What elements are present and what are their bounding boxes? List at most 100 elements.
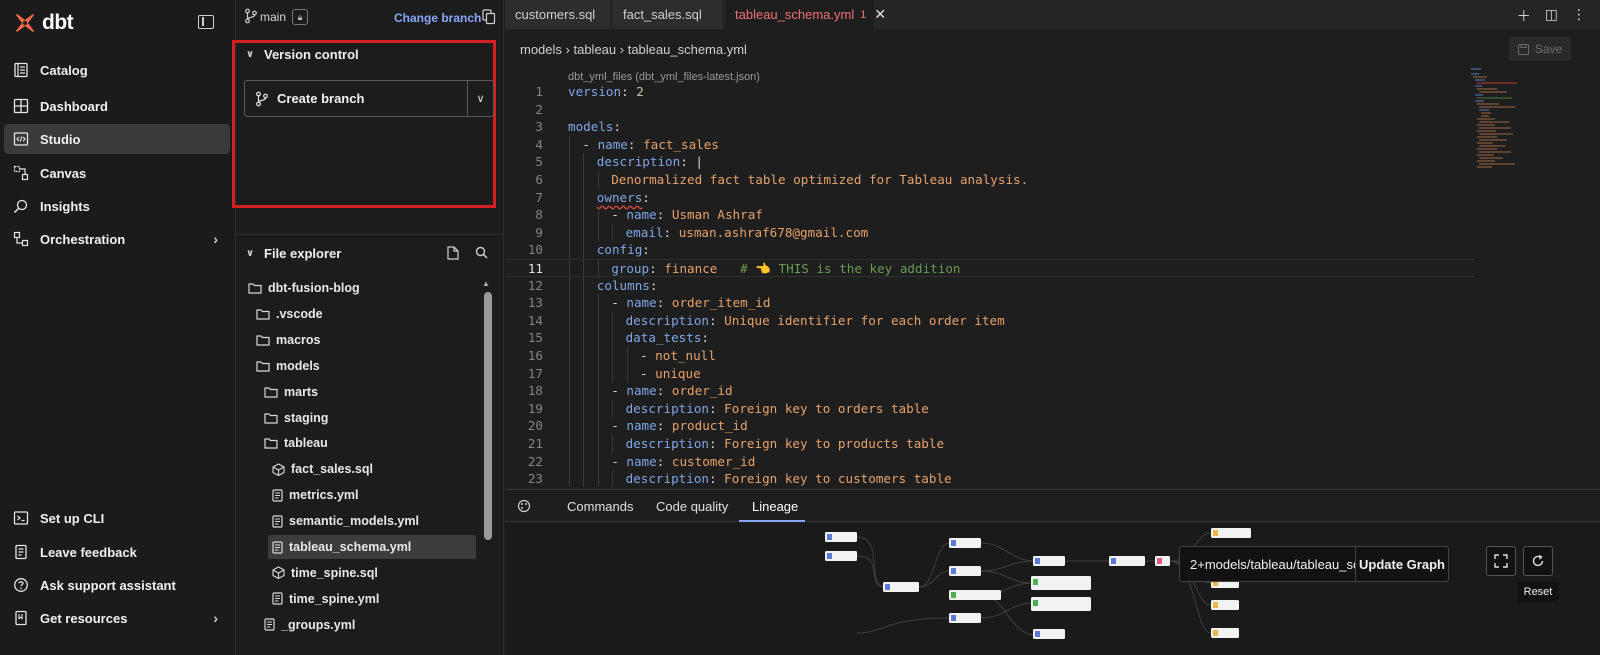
create-branch-dropdown-chevron-icon[interactable]: ∨ <box>467 81 493 116</box>
file-icon <box>272 592 283 605</box>
create-branch-button[interactable]: Create branch <box>245 81 467 116</box>
nav-item-get-resources[interactable]: Get resources › <box>4 603 230 633</box>
code-line[interactable]: 21 description: Foreign key to products t… <box>505 435 1475 453</box>
nav-item-set-up-cli[interactable]: Set up CLI <box>4 503 230 533</box>
plus-icon[interactable]: ＋ <box>1517 6 1531 26</box>
line-number: 7 <box>535 189 543 205</box>
code-text: - name: order_id <box>611 382 732 400</box>
tree-file[interactable]: _groups.yml <box>260 613 355 637</box>
code-lines[interactable]: 1 version: 2 2 3 models: 4- name: fact_sales 5… <box>505 83 1505 487</box>
tree-folder[interactable]: macros <box>252 328 320 352</box>
scroll-up-arrow-icon[interactable]: ▲ <box>482 279 490 288</box>
code-token: - <box>611 453 627 469</box>
save-button[interactable]: Save <box>1509 37 1571 61</box>
line-number: 20 <box>527 418 543 434</box>
code-line[interactable]: 10 config: <box>505 241 1475 259</box>
code-line[interactable]: 18 - name: order_id <box>505 382 1475 400</box>
breadcrumb-separator-chevron-icon: › <box>561 42 574 57</box>
code-line[interactable]: 22 - name: customer_id <box>505 452 1475 471</box>
code-line[interactable]: 19 description: Foreign key to orders tab… <box>505 399 1475 418</box>
tab-code-quality[interactable]: Code quality <box>656 499 728 514</box>
code-minimap[interactable] <box>1467 66 1537 176</box>
editor-tab[interactable]: fact_sales.sql <box>613 0 723 29</box>
new-file-icon[interactable] <box>447 246 459 260</box>
close-icon[interactable]: ✕ <box>874 6 886 23</box>
code-line[interactable]: 11 group: finance # 👈 THIS is the key add… <box>505 259 1475 278</box>
lineage-graph[interactable]: 2+models/tableau/tableau_schema.yml Upda… <box>505 523 1600 655</box>
breadcrumb-segment[interactable]: tableau_schema.yml <box>628 42 747 57</box>
tree-file[interactable]: fact_sales.sql <box>268 457 373 481</box>
code-line[interactable]: 17 - unique <box>505 364 1475 383</box>
breadcrumb-segment[interactable]: models <box>520 42 562 57</box>
editor-tab[interactable]: customers.sql <box>505 0 611 29</box>
nav-item-catalog[interactable]: Catalog <box>4 55 230 85</box>
code-line[interactable]: 2 <box>505 101 1475 119</box>
nav-item-leave-feedback[interactable]: Leave feedback <box>4 537 230 567</box>
tree-file[interactable]: metrics.yml <box>268 483 358 507</box>
code-token: : <box>649 277 658 293</box>
code-line[interactable]: 9 email: usman.ashraf678@gmail.com <box>505 223 1475 242</box>
tree-folder[interactable]: tableau <box>260 431 328 455</box>
copy-icon[interactable] <box>482 9 496 25</box>
split-editor-icon[interactable]: ◫ <box>1545 6 1558 26</box>
tree-folder[interactable]: models <box>252 354 320 378</box>
nav-item-canvas[interactable]: Canvas <box>4 158 230 188</box>
nav-item-studio[interactable]: Studio <box>4 124 230 154</box>
dbt-logo[interactable]: dbt <box>14 11 74 35</box>
nav-item-ask-support-assistant[interactable]: Ask support assistant <box>4 570 230 600</box>
tree-folder[interactable]: .vscode <box>252 302 323 326</box>
version-control-header[interactable]: ∨ Version control <box>246 47 359 62</box>
tree-folder[interactable]: dbt-fusion-blog <box>244 276 360 300</box>
canvas-icon <box>12 164 30 182</box>
code-token: group <box>611 261 650 276</box>
tab-lineage[interactable]: Lineage <box>752 499 798 514</box>
code-line[interactable]: 23 description: Foreign key to customers … <box>505 470 1475 487</box>
graph-selector-input[interactable]: 2+models/tableau/tableau_schema.yml <box>1179 546 1355 582</box>
code-line[interactable]: 1 version: 2 <box>505 83 1475 101</box>
code-token: # 👈 THIS is the key addition <box>740 261 961 276</box>
search-icon[interactable] <box>475 246 488 259</box>
code-line[interactable]: 12 columns: <box>505 276 1475 295</box>
collapse-sidebar-icon[interactable] <box>198 15 214 29</box>
code-line[interactable]: 6 Denormalized fact table optimized for T… <box>505 171 1475 189</box>
tree-folder[interactable]: marts <box>260 380 318 404</box>
breadcrumb-segment[interactable]: tableau <box>573 42 616 57</box>
code-line[interactable]: 13 - name: order_item_id <box>505 294 1475 312</box>
lineage-graph-canvas[interactable] <box>505 523 1600 655</box>
indent-guide <box>583 311 585 330</box>
code-line[interactable]: 5 description: | <box>505 153 1475 171</box>
tree-file[interactable]: time_spine.yml <box>268 587 379 611</box>
code-line[interactable]: 16 - not_null <box>505 347 1475 365</box>
palette-icon[interactable] <box>517 499 531 513</box>
update-graph-button[interactable]: Update Graph <box>1355 546 1449 582</box>
code-line[interactable]: 8 - name: Usman Ashraf <box>505 206 1475 224</box>
code-text: Denormalized fact table optimized for Ta… <box>611 171 1028 189</box>
fit-view-button[interactable] <box>1486 546 1516 576</box>
nav-item-orchestration[interactable]: Orchestration › <box>4 224 230 254</box>
nav-item-dashboard[interactable]: Dashboard <box>4 91 230 121</box>
tree-folder[interactable]: staging <box>260 406 328 430</box>
reset-button[interactable] <box>1523 546 1553 576</box>
indent-guide <box>569 364 570 383</box>
editor-tab[interactable]: tableau_schema.yml 1 ✕ <box>725 0 886 29</box>
nav-item-insights[interactable]: Insights <box>4 191 230 221</box>
file-explorer-toggle[interactable]: ∨ File explorer <box>246 246 341 261</box>
tab-commands[interactable]: Commands <box>567 499 633 514</box>
code-token: usman.ashraf678@gmail.com <box>678 224 869 240</box>
line-number: 13 <box>527 295 543 311</box>
code-line[interactable]: 20 - name: product_id <box>505 417 1475 435</box>
more-actions-icon[interactable]: ⋮ <box>1572 6 1586 26</box>
code-line[interactable]: 4 - name: fact_sales <box>505 135 1475 154</box>
code-line[interactable]: 3 models: <box>505 118 1475 136</box>
change-branch-link[interactable]: Change branch <box>394 11 481 25</box>
tree-file[interactable]: semantic_models.yml <box>268 509 419 533</box>
tree-file[interactable]: tableau_schema.yml <box>268 535 476 559</box>
indent-guide <box>569 223 570 242</box>
code-line[interactable]: 7 owners: <box>505 188 1475 207</box>
indent-guide <box>597 417 599 435</box>
code-line[interactable]: 14 description: Unique identifier for eac… <box>505 311 1475 330</box>
indent-guide <box>597 223 599 242</box>
tree-file[interactable]: time_spine.sql <box>268 561 378 585</box>
code-line[interactable]: 15 data_tests: <box>505 329 1475 347</box>
file-tree-scrollbar[interactable] <box>484 292 492 540</box>
